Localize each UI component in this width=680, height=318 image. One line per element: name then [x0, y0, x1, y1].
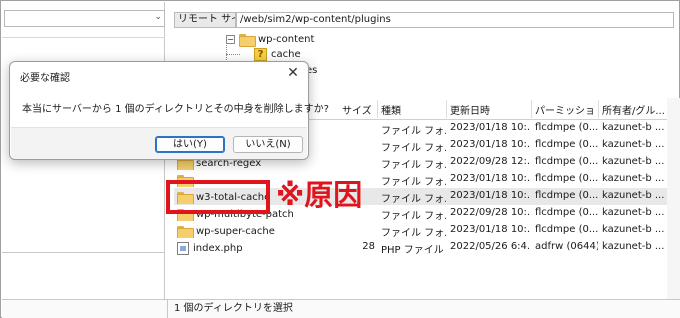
file-modified: 2023/01/18 10:... — [450, 122, 531, 133]
tree-item-wp-content[interactable]: − wp-content — [226, 32, 314, 47]
file-modified: 2022/05/26 6:4... — [450, 241, 531, 252]
confirm-dialog: 必要な確認 ✕ 本当にサーバーから 1 個のディレクトリとその中身を削除しますか… — [9, 61, 329, 160]
remote-path-input[interactable]: /web/sim2/wp-content/plugins — [236, 12, 674, 28]
file-owner: kazunet-b ... — [602, 241, 665, 252]
local-path-field[interactable]: ⌄ — [4, 10, 165, 27]
folder-icon — [177, 225, 194, 238]
file-size — [339, 156, 375, 170]
column-type[interactable]: 種類 — [378, 102, 444, 116]
file-modified: 2023/01/18 10:... — [450, 173, 531, 184]
file-modified: 2022/09/28 10:... — [450, 207, 531, 218]
dialog-footer: はい(Y) いいえ(N) — [11, 127, 307, 159]
file-name-text: wp-super-cache — [196, 225, 275, 237]
file-type: ファイル フォ... — [381, 228, 446, 238]
file-owner: kazunet-b ... — [602, 207, 665, 218]
file-type: PHP ファイル — [381, 245, 444, 255]
file-name-text: index.php — [193, 242, 243, 254]
file-modified: 2023/01/18 10:... — [450, 139, 531, 150]
dialog-title: 必要な確認 — [20, 73, 70, 84]
file-type: ファイル フォ... — [381, 194, 446, 204]
file-name: index.php — [174, 241, 334, 255]
file-type: ファイル フォ... — [381, 126, 446, 136]
highlight-box — [166, 180, 270, 214]
column-owner[interactable]: 所有者/グル... — [599, 102, 667, 116]
file-modified: 2023/01/18 10:... — [450, 190, 531, 201]
local-tree-divider — [2, 37, 165, 38]
file-permission: flcdmpe (0... — [535, 156, 598, 167]
file-type: ファイル フォ... — [381, 160, 446, 170]
column-permission[interactable]: パーミッション — [532, 102, 596, 116]
tree-item-label: cache — [271, 49, 301, 60]
file-owner: kazunet-b ... — [602, 173, 665, 184]
file-permission: flcdmpe (0... — [535, 122, 598, 133]
file-permission: flcdmpe (0... — [535, 207, 598, 218]
local-pane-divider — [2, 252, 165, 253]
file-list-scrollbar[interactable] — [667, 98, 680, 299]
tree-item-label: wp-content — [258, 34, 315, 45]
file-type: ファイル フォ... — [381, 143, 446, 153]
file-owner: kazunet-b ... — [602, 156, 665, 167]
column-size[interactable]: サイズ — [339, 102, 375, 116]
tree-line — [226, 54, 240, 55]
collapse-icon[interactable]: − — [226, 35, 235, 44]
chevron-down-icon[interactable]: ⌄ — [154, 12, 162, 22]
file-owner: kazunet-b ... — [602, 224, 665, 235]
ftp-client-window: ⌄ リモート サイト: /web/sim2/wp-content/plugins… — [0, 0, 680, 318]
file-modified: 2023/01/18 10:... — [450, 224, 531, 235]
file-permission: flcdmpe (0... — [535, 173, 598, 184]
no-button[interactable]: いいえ(N) — [233, 136, 303, 153]
file-size — [339, 122, 375, 136]
file-owner: kazunet-b ... — [602, 122, 665, 133]
file-permission: flcdmpe (0... — [535, 139, 598, 150]
folder-icon — [239, 34, 256, 47]
remote-site-label: リモート サイト: — [174, 12, 236, 28]
file-row[interactable]: wp-super-cache ファイル フォ... 2023/01/18 10:… — [174, 222, 674, 239]
tree-item-cache[interactable]: ? cache — [254, 47, 301, 62]
cause-annotation: ※原因 — [276, 178, 363, 212]
file-modified: 2022/09/28 12:... — [450, 156, 531, 167]
file-owner: kazunet-b ... — [602, 190, 665, 201]
file-owner: kazunet-b ... — [602, 139, 665, 150]
file-size — [339, 224, 375, 238]
file-permission: adfrw (0644) — [535, 241, 598, 252]
file-type: ファイル フォ... — [381, 177, 446, 187]
local-status-bar — [2, 299, 168, 318]
file-size — [339, 139, 375, 153]
dialog-message: 本当にサーバーから 1 個のディレクトリとその中身を削除しますか? — [22, 104, 329, 115]
file-size: 28 — [362, 241, 375, 252]
close-icon[interactable]: ✕ — [284, 64, 302, 82]
yes-button[interactable]: はい(Y) — [155, 136, 225, 153]
file-type: ファイル フォ... — [381, 211, 446, 221]
file-row[interactable]: index.php 28 PHP ファイル 2022/05/26 6:4... … — [174, 239, 674, 256]
file-name: wp-super-cache — [174, 224, 334, 238]
column-modified[interactable]: 更新日時 — [447, 102, 529, 116]
remote-status-bar: 1 個のディレクトリを選択 — [168, 299, 680, 318]
php-file-icon — [177, 241, 189, 255]
question-folder-icon: ? — [254, 48, 267, 61]
file-permission: flcdmpe (0... — [535, 224, 598, 235]
file-permission: flcdmpe (0... — [535, 190, 598, 201]
